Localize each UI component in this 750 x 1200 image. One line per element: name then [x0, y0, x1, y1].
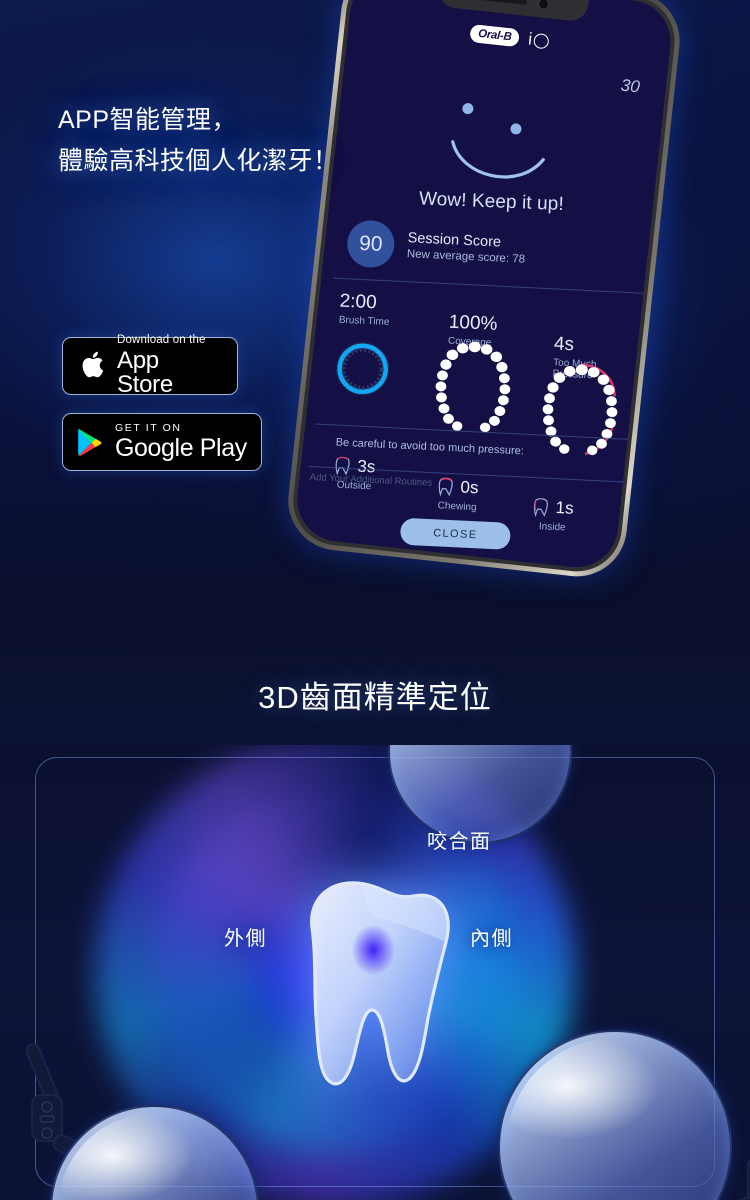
google-play-icon	[78, 428, 102, 456]
front-camera-icon	[537, 0, 550, 11]
tooth-icon-chewing	[438, 477, 453, 497]
stat-value: 2:00	[339, 290, 378, 314]
stats-row: 2:00 Brush Time 100% Coverage 4s Too Muc…	[336, 291, 638, 456]
brush-time-ring-icon	[336, 342, 390, 396]
label-occlusal: 咬合面	[427, 831, 492, 853]
pressure-arch-icon	[542, 363, 618, 456]
tooth-positioning-section: 咬合面 外側 內側	[0, 745, 750, 1200]
store-badges: Download on the App Store GET IT ON Goog…	[62, 333, 262, 471]
headline-line-1: APP智能管理，	[58, 106, 238, 134]
app-promo-section: APP智能管理， 體驗高科技個人化潔牙！ Download on the App…	[0, 0, 750, 640]
oral-b-logo: Oral-B	[469, 23, 521, 48]
label-inside: 內側	[470, 928, 513, 950]
headline-line-2: 體驗高科技個人化潔牙！	[58, 147, 339, 175]
pressure-label: Chewing	[437, 500, 477, 514]
app-store-button[interactable]: Download on the App Store	[62, 333, 238, 399]
pressure-value: 1s	[555, 497, 575, 518]
greeting-text: Wow! Keep it up!	[418, 188, 565, 215]
session-score-value: 90	[346, 219, 396, 269]
stat-label: Brush Time	[338, 314, 390, 328]
phone-body: Oral-B i 30 Wow! Keep it up! 90 Session …	[283, 0, 685, 582]
session-score-row: 90 Session Score New average score: 78	[346, 219, 526, 274]
close-button[interactable]: CLOSE	[399, 517, 511, 550]
stat-value: 4s	[553, 333, 575, 356]
io-ring-icon	[532, 32, 550, 49]
pressure-label: Inside	[538, 521, 566, 534]
earpiece-speaker-icon	[477, 0, 528, 5]
stat-brush-time: 2:00 Brush Time	[338, 290, 391, 328]
pressure-chewing: 0s Chewing	[436, 476, 479, 513]
smiley-mouth	[451, 140, 545, 179]
coverage-arch-icon	[435, 341, 511, 433]
section-title: 3D齒面精準定位	[258, 680, 492, 715]
session-score-text: Session Score New average score: 78	[407, 230, 527, 266]
google-play-small-label: GET IT ON	[115, 421, 182, 434]
apple-icon	[82, 351, 104, 377]
label-outside: 外側	[224, 928, 267, 950]
battery-counter: 30	[619, 75, 641, 97]
app-store-label: App Store	[117, 347, 173, 399]
lens-shine	[396, 745, 564, 836]
headline: APP智能管理， 體驗高科技個人化潔牙！	[58, 100, 339, 182]
app-store-small-label: Download on the	[117, 333, 206, 346]
pressure-inside: 1s Inside	[532, 497, 575, 534]
tooth-icon-inside	[533, 497, 548, 517]
google-play-button[interactable]: GET IT ON Google Play	[62, 413, 262, 471]
lens-shine	[506, 1038, 724, 1200]
phone-mockup: Oral-B i 30 Wow! Keep it up! 90 Session …	[215, 0, 750, 632]
app-screen-content: Oral-B i 30 Wow! Keep it up! 90 Session …	[293, 0, 675, 572]
app-brand-logo: Oral-B i	[469, 23, 550, 51]
tooth-3d-graphic	[310, 881, 450, 1086]
phone-bezel: Oral-B i 30 Wow! Keep it up! 90 Session …	[288, 0, 680, 576]
divider-1	[333, 277, 651, 295]
stat-value: 100%	[448, 311, 498, 335]
smiley-eye-left	[461, 102, 474, 115]
io-letter-i: i	[527, 29, 533, 49]
io-logo: i	[527, 29, 550, 51]
google-play-label: Google Play	[115, 434, 247, 463]
page-root: APP智能管理， 體驗高科技個人化潔牙！ Download on the App…	[0, 0, 750, 1200]
pressure-value: 0s	[460, 477, 479, 498]
smiley-eye-right	[509, 122, 523, 135]
pressure-note: Be careful to avoid too much pressure:	[335, 436, 525, 458]
smiley-face-icon	[428, 92, 567, 198]
phone-screen: Oral-B i 30 Wow! Keep it up! 90 Session …	[293, 0, 675, 572]
